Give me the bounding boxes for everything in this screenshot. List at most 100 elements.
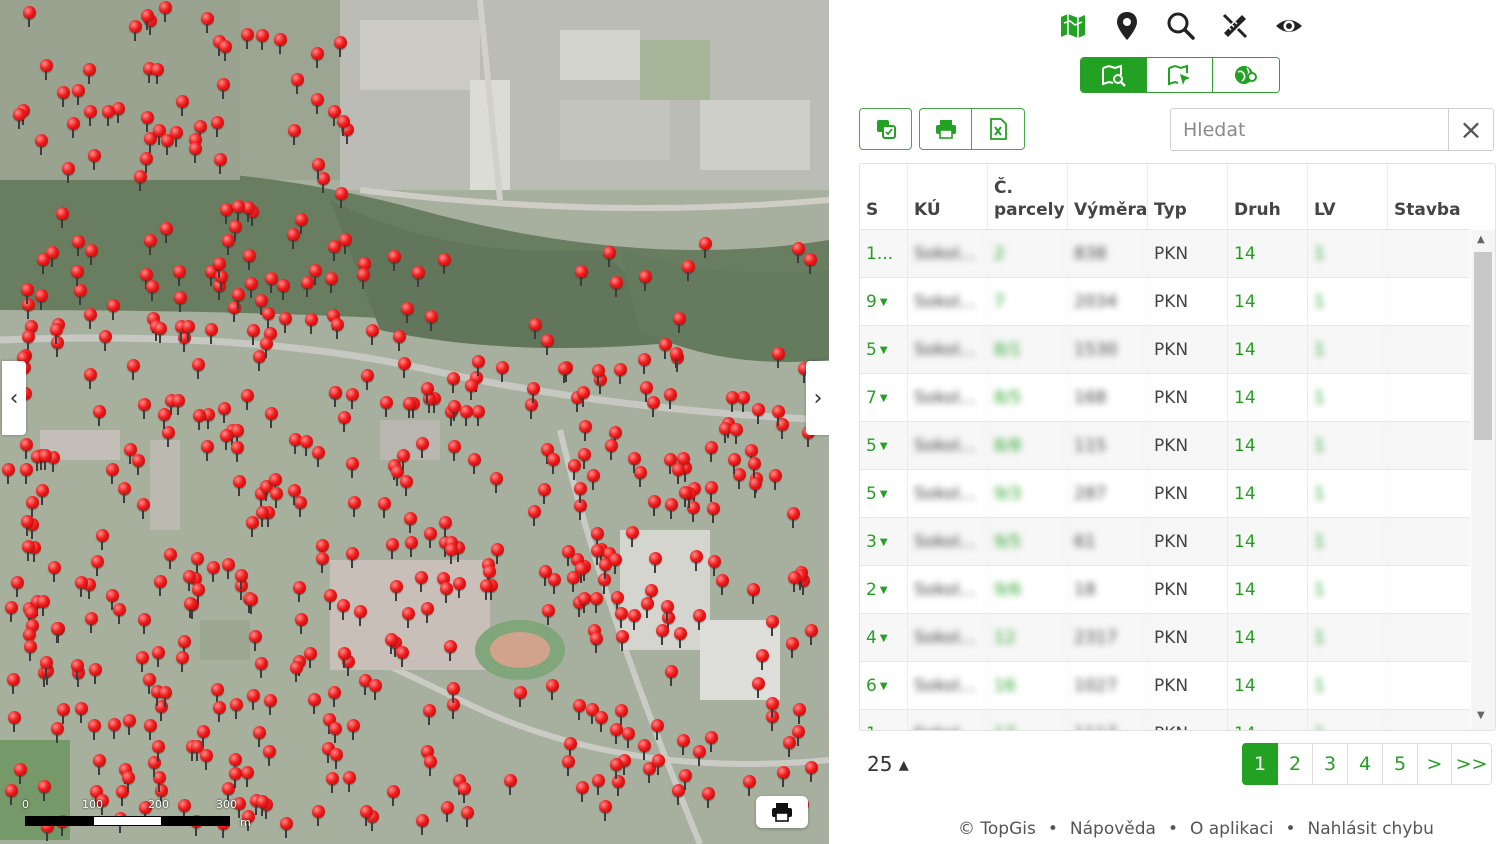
map-pin-marker[interactable] (459, 806, 475, 830)
map-pin-marker[interactable] (803, 761, 819, 785)
map-pin-marker[interactable] (502, 774, 518, 798)
map-pin-marker[interactable] (705, 502, 721, 526)
map-pin-marker[interactable] (421, 704, 437, 728)
map-pin-marker[interactable] (122, 443, 138, 467)
map-pin-marker[interactable] (414, 814, 430, 838)
column-header-ku[interactable]: KÚ (908, 164, 988, 230)
map-pin-marker[interactable] (49, 622, 65, 646)
map-pin-marker[interactable] (217, 40, 233, 64)
map-pin-marker[interactable] (697, 237, 713, 261)
map-pin-marker[interactable] (285, 228, 301, 252)
map-pin-marker[interactable] (445, 372, 461, 396)
map-pin-marker[interactable] (346, 496, 362, 520)
map-pin-marker[interactable] (5, 673, 21, 697)
map-pin-marker[interactable] (19, 515, 35, 539)
map-pin-marker[interactable] (597, 800, 613, 824)
map-pin-marker[interactable] (344, 388, 360, 412)
map-pin-marker[interactable] (327, 386, 343, 410)
map-pin-marker[interactable] (399, 302, 415, 326)
map-pin-marker[interactable] (770, 405, 786, 429)
nav-view[interactable] (1271, 8, 1307, 44)
map-print-button[interactable] (756, 796, 808, 828)
map-pin-marker[interactable] (190, 358, 206, 382)
map-pin-marker[interactable] (560, 545, 576, 569)
cell-s[interactable]: 2 ▼ (860, 566, 908, 614)
map-pin-marker[interactable] (158, 222, 174, 246)
table-row[interactable]: 9 ▼ Sokol... 7 2034 PKN 14 1 (860, 278, 1470, 326)
map-pin-marker[interactable] (89, 555, 105, 579)
page-button[interactable]: 2 (1278, 743, 1313, 785)
expand-caret-icon[interactable]: ▼ (880, 681, 888, 692)
map-pin-marker[interactable] (636, 353, 652, 377)
map-pin-marker[interactable] (142, 719, 158, 743)
map-pin-marker[interactable] (400, 607, 416, 631)
map-pin-marker[interactable] (69, 265, 85, 289)
map-pin-marker[interactable] (21, 6, 37, 30)
map-pin-marker[interactable] (157, 686, 173, 710)
map-pin-marker[interactable] (745, 583, 761, 607)
expand-caret-icon[interactable]: ▼ (880, 345, 888, 356)
map-pin-marker[interactable] (120, 771, 136, 795)
table-row[interactable]: 5 ▼ Sokol... 9/3 287 PKN 14 1 (860, 470, 1470, 518)
map-pin-marker[interactable] (286, 484, 302, 508)
map-pin-marker[interactable] (419, 602, 435, 626)
table-row[interactable]: 5 ▼ Sokol... 8/8 115 PKN 14 1 (860, 422, 1470, 470)
map-pin-marker[interactable] (212, 153, 228, 177)
map-pin-marker[interactable] (590, 364, 606, 388)
map-pin-marker[interactable] (215, 78, 231, 102)
column-header-druh[interactable]: Druh (1228, 164, 1308, 230)
map-pin-marker[interactable] (229, 441, 245, 465)
map-pin-marker[interactable] (784, 637, 800, 661)
map-pin-marker[interactable] (82, 308, 98, 332)
map-pin-marker[interactable] (91, 754, 107, 778)
page-button[interactable]: > (1418, 743, 1452, 785)
map-pin-marker[interactable] (608, 276, 624, 300)
map-pin-marker[interactable] (309, 93, 325, 117)
map-pin-marker[interactable] (144, 280, 160, 304)
map-pin-marker[interactable] (199, 440, 215, 464)
map-pin-marker[interactable] (38, 656, 54, 680)
map-pin-marker[interactable] (691, 609, 707, 633)
map-pin-marker[interactable] (414, 437, 430, 461)
map-pin-marker[interactable] (298, 435, 314, 459)
map-pin-marker[interactable] (60, 162, 76, 186)
expand-caret-icon[interactable]: ▼ (880, 633, 888, 644)
page-button[interactable]: 3 (1313, 743, 1348, 785)
map-pin-marker[interactable] (367, 679, 383, 703)
map-pin-marker[interactable] (446, 400, 462, 424)
map-pin-marker[interactable] (125, 359, 141, 383)
map-pin-marker[interactable] (150, 740, 166, 764)
map-pin-marker[interactable] (560, 755, 576, 779)
map-pin-marker[interactable] (54, 207, 70, 231)
cell-s[interactable]: 6 ▼ (860, 662, 908, 710)
table-row[interactable]: 2 ▼ Sokol... 9/6 18 PKN 14 1 (860, 566, 1470, 614)
map-pin-marker[interactable] (386, 250, 402, 274)
map-pin-marker[interactable] (770, 347, 786, 371)
map-pin-marker[interactable] (243, 593, 259, 617)
map-pin-marker[interactable] (288, 661, 304, 685)
map-pin-marker[interactable] (33, 134, 49, 158)
map-pin-marker[interactable] (601, 246, 617, 270)
map-pin-marker[interactable] (419, 382, 435, 406)
map-pin-marker[interactable] (775, 766, 791, 790)
map-pin-marker[interactable] (336, 411, 352, 435)
map-pin-marker[interactable] (209, 116, 225, 140)
map-pin-marker[interactable] (456, 782, 472, 806)
map-pin-marker[interactable] (261, 745, 277, 769)
map-pin-marker[interactable] (243, 277, 259, 301)
map-pin-marker[interactable] (174, 651, 190, 675)
map-pin-marker[interactable] (233, 569, 249, 593)
panel-toggle-button[interactable]: › (806, 361, 829, 435)
map-pin-marker[interactable] (401, 397, 417, 421)
map-pin-marker[interactable] (764, 615, 780, 639)
map-pin-marker[interactable] (191, 409, 207, 433)
map-pin-marker[interactable] (384, 538, 400, 562)
map-pin-marker[interactable] (35, 253, 51, 277)
map-pin-marker[interactable] (69, 659, 85, 683)
map-pin-marker[interactable] (239, 389, 255, 413)
map-pin-marker[interactable] (571, 699, 587, 723)
report-bug-link[interactable]: Nahlásit chybu (1308, 819, 1434, 839)
map-pin-marker[interactable] (590, 774, 606, 798)
map-pin-marker[interactable] (291, 581, 307, 605)
print-table-button[interactable] (919, 108, 972, 150)
